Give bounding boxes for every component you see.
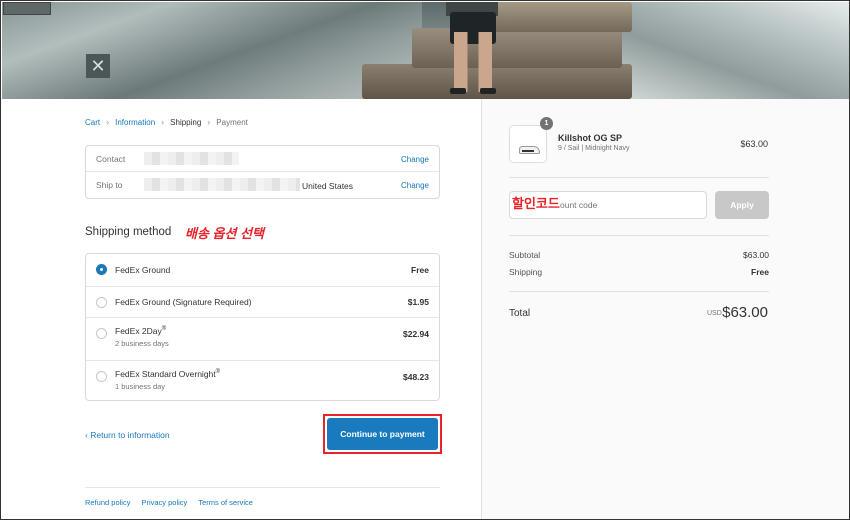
change-address-link[interactable]: Change [401,181,429,190]
registered-mark: ® [215,369,221,376]
stone-step [362,64,632,99]
water-background [2,2,422,99]
divider [509,177,769,178]
rate-name: FedEx Ground [115,265,171,275]
subtotal-value: $63.00 [743,250,769,260]
breadcrumb-shipping: Shipping [170,117,202,127]
total-label: Total [509,308,531,319]
rate-delivery-time: 1 business day [115,382,166,391]
product-variant: 9 / Sail | Midnight Navy [558,145,630,152]
continue-to-payment-button[interactable]: Continue to payment [327,418,438,450]
redacted-email [144,152,239,165]
breadcrumb-cart[interactable]: Cart [85,118,100,127]
terms-of-service-link[interactable]: Terms of service [198,498,253,507]
apply-discount-button[interactable]: Apply [715,191,769,219]
chevron-right-icon: › [207,117,211,127]
chevron-right-icon: › [161,117,165,127]
rate-name: FedEx Standard Overnight® [115,369,220,379]
close-icon[interactable]: ✕ [86,54,110,78]
change-contact-link[interactable]: Change [401,155,429,164]
radio-selected-icon[interactable] [96,264,107,275]
person-figure [454,32,492,92]
product-price: $63.00 [740,139,768,149]
radio-icon[interactable] [96,371,107,382]
order-summary: 1 Killshot OG SP 9 / Sail | Midnight Nav… [481,99,849,519]
privacy-policy-link[interactable]: Privacy policy [141,498,187,507]
refund-policy-link[interactable]: Refund policy [85,498,130,507]
checkout-window: ✕ 1 Killshot OG SP 9 / Sail | Midnight N… [0,0,850,520]
waterfall-background [602,2,849,99]
product-thumbnail [509,125,547,163]
review-block: Contact Change Ship to United States Cha… [85,145,440,199]
ship-to-country: United States [302,181,354,191]
ship-to-row: Ship to United States Change [86,172,439,198]
rate-price: $1.95 [407,297,429,307]
sneaker-swoosh [522,150,534,152]
total-currency: USD [707,310,722,317]
stone-step [412,28,622,68]
return-to-information-link[interactable]: ‹ Return to information [85,430,170,440]
person-shoe [480,88,496,94]
contact-row: Contact Change [86,146,439,172]
breadcrumb-payment: Payment [216,117,248,127]
stone-step [492,2,632,32]
shipping-rate-option[interactable]: FedEx Ground (Signature Required) $1.95 [86,286,439,317]
hero-banner-image: ✕ [2,2,849,99]
rate-name: FedEx 2Day® [115,326,166,336]
radio-icon[interactable] [96,328,107,339]
subtotal-label: Subtotal [509,250,541,260]
radio-icon[interactable] [96,297,107,308]
registered-mark: ® [161,326,167,333]
breadcrumb-information[interactable]: Information [115,118,155,127]
breadcrumb: Cart › Information › Shipping › Payment [85,117,248,127]
divider [509,235,769,236]
rate-name: FedEx Ground (Signature Required) [115,297,252,307]
shipping-value: Free [751,267,769,277]
logo-placeholder [3,2,51,15]
rate-price: Free [411,265,429,275]
rate-price: $22.94 [403,329,429,339]
quantity-badge: 1 [540,117,553,130]
rate-price: $48.23 [403,372,429,382]
rate-name-text: FedEx 2Day [115,326,162,336]
divider [85,487,440,488]
shipping-annotation: 배송 옵션 선택 [185,226,264,241]
person-shoe [450,88,466,94]
divider [509,291,769,292]
shipping-rate-option[interactable]: FedEx 2Day® 2 business days $22.94 [86,317,439,360]
product-name: Killshot OG SP [558,133,623,143]
rate-delivery-time: 2 business days [115,339,169,348]
ship-to-label: Ship to [96,180,123,190]
redacted-address [144,178,300,191]
discount-annotation: 할인코드 [512,196,560,211]
shipping-rate-option[interactable]: FedEx Ground Free [86,254,439,286]
rate-name-text: FedEx Standard Overnight [115,369,216,379]
shipping-rates-list: FedEx Ground Free FedEx Ground (Signatur… [85,253,440,401]
shipping-method-heading: Shipping method [85,226,172,238]
continue-highlight-box: Continue to payment [323,414,442,454]
footer-links: Refund policy Privacy policy Terms of se… [85,498,253,507]
return-link-label: Return to information [90,430,170,440]
chevron-right-icon: › [106,117,110,127]
total-value: $63.00 [722,304,768,321]
shipping-label: Shipping [509,267,543,277]
shipping-rate-option[interactable]: FedEx Standard Overnight® 1 business day… [86,360,439,400]
contact-label: Contact [96,154,126,164]
